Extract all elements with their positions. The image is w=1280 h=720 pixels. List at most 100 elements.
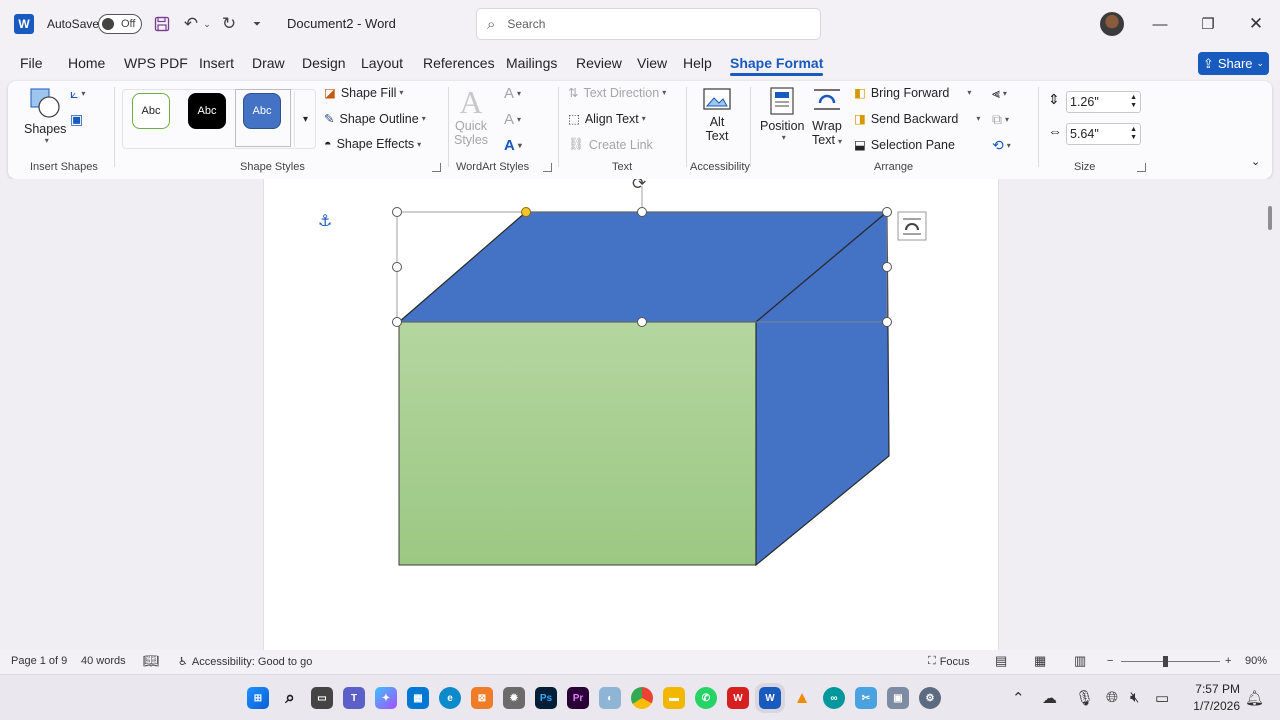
- wordart-launcher-icon[interactable]: [543, 163, 552, 172]
- customize-qat-icon[interactable]: ⏷: [248, 12, 266, 36]
- alt-text-button[interactable]: Alt Text: [702, 87, 732, 143]
- redo-icon[interactable]: ↻: [218, 12, 240, 36]
- edit-shape-icon[interactable]: ⟀ ▾: [70, 85, 85, 102]
- wrap-text-button[interactable]: Wrap Text ▾: [812, 87, 842, 147]
- position-button[interactable]: Position ▾: [760, 87, 804, 142]
- zoom-slider-thumb[interactable]: [1163, 656, 1168, 667]
- battery-icon[interactable]: ▭: [1155, 689, 1169, 707]
- text-effects-icon[interactable]: A ▾: [504, 137, 522, 154]
- restore-icon[interactable]: ❐: [1188, 10, 1228, 38]
- volume-muted-icon[interactable]: 🔇︎: [1130, 689, 1139, 706]
- tab-view[interactable]: View: [637, 55, 667, 71]
- zoom-in-icon[interactable]: +: [1225, 655, 1231, 667]
- windows-start-icon[interactable]: ⊞: [247, 687, 269, 709]
- document-page[interactable]: ⚓ ⟳: [263, 179, 999, 650]
- shapes-button[interactable]: Shapes ▾: [24, 87, 66, 145]
- rotate-objects-icon[interactable]: ⟲ ▾: [992, 137, 1011, 154]
- zoom-out-icon[interactable]: −: [1107, 655, 1113, 667]
- microphone-icon[interactable]: 🎙︎: [1075, 689, 1094, 707]
- text-box-icon[interactable]: ▣: [70, 111, 83, 128]
- word-taskbar-icon[interactable]: W: [755, 683, 785, 713]
- clock[interactable]: 7:57 PM 1/7/2026: [1186, 681, 1240, 715]
- web-layout-icon[interactable]: ▥: [1074, 653, 1086, 669]
- tab-wps-pdf[interactable]: WPS PDF: [124, 55, 188, 71]
- minimize-icon[interactable]: —: [1140, 10, 1180, 38]
- style-sample-outline-green[interactable]: Abc: [132, 93, 170, 129]
- shape-fill-button[interactable]: ◪ Shape Fill ▾: [324, 85, 403, 101]
- tab-shape-format[interactable]: Shape Format: [730, 55, 824, 76]
- vertical-scrollbar-thumb[interactable]: [1268, 206, 1272, 230]
- autosave-toggle[interactable]: Off: [98, 14, 142, 34]
- tab-help[interactable]: Help: [683, 55, 712, 71]
- selection-pane-button[interactable]: ⬓ Selection Pane: [854, 137, 955, 153]
- gallery-more-icon[interactable]: ▾: [294, 91, 316, 147]
- height-spinner-icon[interactable]: ▲ ▼: [1130, 94, 1140, 110]
- align-text-button[interactable]: ⬚ Align Text ▾: [568, 111, 646, 127]
- adjust-handle[interactable]: [521, 207, 531, 217]
- text-outline-icon[interactable]: A ▾: [504, 111, 521, 128]
- whatsapp-icon[interactable]: ✆: [695, 687, 717, 709]
- avatar[interactable]: [1100, 12, 1124, 36]
- proofing-icon[interactable]: 📖︎: [143, 653, 160, 669]
- tab-references[interactable]: References: [423, 55, 495, 71]
- task-view-icon[interactable]: ▭: [311, 687, 333, 709]
- app-icon[interactable]: ✹: [503, 687, 525, 709]
- cube-front-face[interactable]: [398, 321, 757, 566]
- tab-mailings[interactable]: Mailings: [506, 55, 557, 71]
- premiere-icon[interactable]: Pr: [567, 687, 589, 709]
- tab-layout[interactable]: Layout: [361, 55, 403, 71]
- shape-effects-button[interactable]: ◓ Shape Effects ▾: [324, 137, 421, 151]
- send-backward-button[interactable]: ◨ Send Backward ▾: [854, 111, 980, 127]
- xampp-icon[interactable]: ⊠: [471, 687, 493, 709]
- page-count[interactable]: Page 1 of 9: [11, 655, 67, 667]
- align-objects-icon[interactable]: ⫷ ▾: [992, 85, 1007, 102]
- notifications-icon[interactable]: 🔔︎: [1245, 689, 1264, 707]
- tab-review[interactable]: Review: [576, 55, 622, 71]
- photoshop-icon[interactable]: Ps: [535, 687, 557, 709]
- edge-icon[interactable]: e: [439, 687, 461, 709]
- tab-draw[interactable]: Draw: [252, 55, 285, 71]
- read-mode-icon[interactable]: ▤: [995, 653, 1007, 669]
- print-layout-icon[interactable]: ▦: [1034, 653, 1046, 669]
- style-sample-blue[interactable]: Abc: [243, 93, 281, 129]
- undo-dropdown-chevron-icon[interactable]: ⌄: [201, 12, 213, 36]
- focus-button[interactable]: ⛶ Focus: [928, 655, 970, 668]
- style-sample-black[interactable]: Abc: [188, 93, 226, 129]
- shape-width-input[interactable]: 5.64" ▲ ▼: [1066, 123, 1141, 145]
- rotate-handle-icon[interactable]: ⟳: [632, 179, 646, 194]
- search-taskbar-icon[interactable]: ⌕: [279, 687, 301, 709]
- share-button[interactable]: ⇪ Share ⌄: [1198, 52, 1269, 75]
- word-count[interactable]: 40 words: [81, 655, 126, 667]
- text-direction-button[interactable]: ⇅ Text Direction ▾: [568, 85, 666, 101]
- tab-design[interactable]: Design: [302, 55, 346, 71]
- text-fill-icon[interactable]: A ▾: [504, 85, 521, 102]
- search-input[interactable]: ⌕ Search: [476, 8, 821, 40]
- settings-gear-icon[interactable]: ⚙: [919, 687, 941, 709]
- bring-forward-button[interactable]: ◧ Bring Forward ▾: [854, 85, 971, 101]
- close-icon[interactable]: ✕: [1236, 10, 1276, 38]
- layout-options-button[interactable]: [897, 211, 927, 241]
- accessibility-status[interactable]: ♿︎ Accessibility: Good to go: [178, 655, 312, 669]
- tab-insert[interactable]: Insert: [199, 55, 234, 71]
- create-link-button[interactable]: ⛓ Create Link: [568, 137, 653, 152]
- store-icon[interactable]: ▦: [407, 687, 429, 709]
- arduino-icon[interactable]: ∞: [823, 687, 845, 709]
- network-icon[interactable]: 🌐︎: [1106, 689, 1118, 706]
- save-icon[interactable]: [151, 12, 173, 36]
- size-launcher-icon[interactable]: [1137, 163, 1146, 172]
- vlc-icon[interactable]: ▲: [791, 687, 813, 709]
- tab-home[interactable]: Home: [68, 55, 105, 71]
- onedrive-icon[interactable]: ☁: [1042, 689, 1057, 707]
- tab-file[interactable]: File: [20, 55, 43, 71]
- quick-styles-button[interactable]: A Quick Styles: [454, 85, 488, 147]
- collapse-ribbon-chevron-icon[interactable]: ⌄: [1251, 155, 1260, 168]
- snipping-tool-icon[interactable]: ✂: [855, 687, 877, 709]
- chrome-icon[interactable]: [631, 687, 653, 709]
- shape-outline-button[interactable]: ✎ Shape Outline ▾: [324, 111, 426, 127]
- shape-styles-launcher-icon[interactable]: [432, 163, 441, 172]
- zoom-level[interactable]: 90%: [1245, 655, 1267, 667]
- undo-icon[interactable]: ↶: [180, 12, 202, 36]
- width-spinner-icon[interactable]: ▲ ▼: [1130, 126, 1140, 142]
- app2-icon[interactable]: ◐: [599, 687, 621, 709]
- shape-height-input[interactable]: 1.26" ▲ ▼: [1066, 91, 1141, 113]
